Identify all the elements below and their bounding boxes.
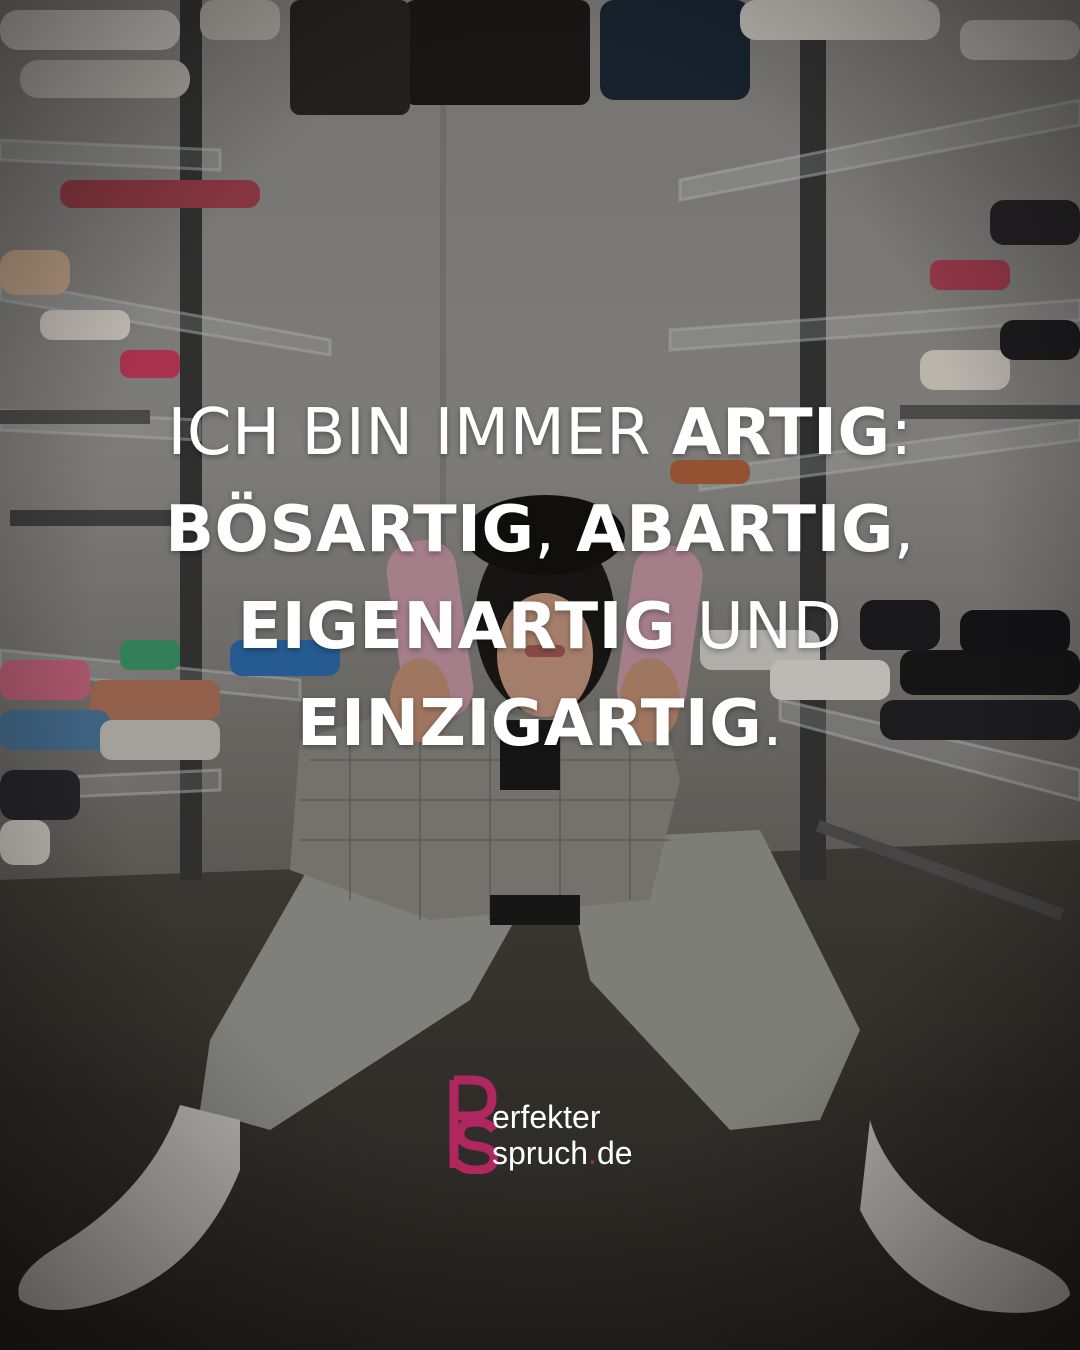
logo-dot: . <box>588 1135 597 1171</box>
quote-line-4: EINZIGARTIG. <box>0 676 1080 773</box>
logo-tld: de <box>596 1135 633 1171</box>
quote-highlight: BÖSARTIG <box>165 493 535 567</box>
ps-monogram-icon <box>449 1075 498 1174</box>
quote-card: ICH BIN IMMER ARTIG: BÖSARTIG, ABARTIG, … <box>0 0 1080 1350</box>
quote-segment: ICH BIN IMMER <box>167 396 673 470</box>
quote-segment: : <box>890 396 913 470</box>
logo-word-spruch: spruch.de <box>492 1136 633 1170</box>
quote-segment: , <box>534 493 577 567</box>
quote-segment: , <box>893 493 915 567</box>
quote-highlight: ABARTIG <box>576 493 894 567</box>
logo-word-perfekter: erfekter <box>492 1099 601 1135</box>
quote-highlight: EIGENARTIG <box>237 590 676 664</box>
quote-highlight: EINZIGARTIG <box>296 687 763 761</box>
quote-line-3: EIGENARTIG UND <box>0 579 1080 676</box>
quote-segment: UND <box>675 590 843 664</box>
quote-highlight: ARTIG <box>672 396 891 470</box>
quote-text: ICH BIN IMMER ARTIG: BÖSARTIG, ABARTIG, … <box>0 385 1080 773</box>
quote-line-2: BÖSARTIG, ABARTIG, <box>0 482 1080 579</box>
brand-logo[interactable]: erfekter spruch.de <box>448 1074 638 1174</box>
quote-line-1: ICH BIN IMMER ARTIG: <box>0 385 1080 482</box>
quote-segment: . <box>762 687 784 761</box>
logo-word-spruch-text: spruch <box>492 1135 589 1171</box>
